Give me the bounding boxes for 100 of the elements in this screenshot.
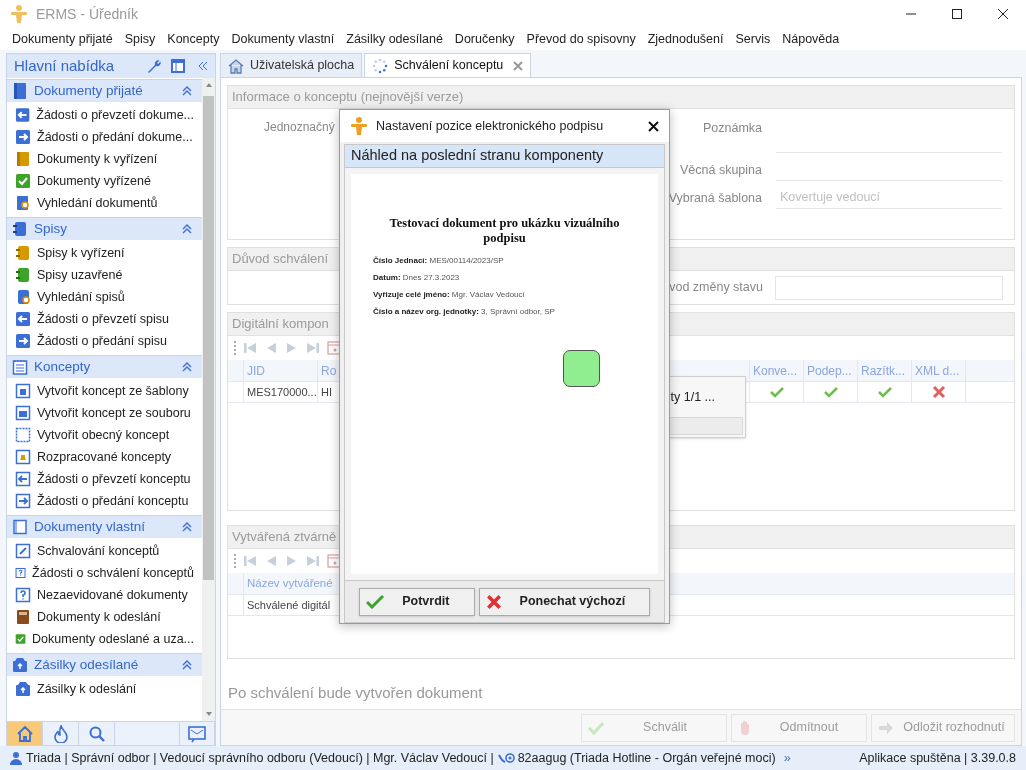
pencil-page-icon	[15, 543, 31, 559]
arrow-left-icon	[15, 107, 31, 123]
menu-item[interactable]: Nápověda	[776, 29, 846, 49]
collapse-icon[interactable]	[181, 521, 193, 533]
sidebar-item[interactable]: Žádosti o schválení konceptů	[7, 562, 202, 584]
maximize-icon[interactable]	[952, 9, 962, 19]
more-link[interactable]: »	[783, 748, 791, 768]
text-field[interactable]	[775, 275, 1003, 300]
sidebar-item[interactable]: Žádosti o předání konceptu	[7, 490, 202, 512]
section-header[interactable]: Koncepty	[7, 355, 202, 378]
section-header[interactable]: Dokumenty přijaté	[7, 79, 202, 102]
menu-item[interactable]: Dokumenty přijaté	[6, 29, 119, 49]
document-search-icon	[15, 195, 31, 211]
scrollbar[interactable]	[202, 78, 215, 721]
checkmark-icon	[366, 594, 384, 609]
template-icon	[15, 383, 31, 399]
sidebar-item[interactable]: Vytvořit koncept ze souboru	[7, 402, 202, 424]
sidebar-item[interactable]: Dokumenty k odeslání	[7, 606, 202, 628]
sidebar-item[interactable]: Dokumenty k vyřízení	[7, 148, 202, 170]
popup-text: ty 1/1 ...	[670, 388, 715, 406]
info-text: Po schválení bude vytvořen dokument	[228, 683, 484, 703]
sidebar-item[interactable]: Žádosti o převzetí dokume...	[7, 104, 202, 126]
field-label: Jednoznačný	[264, 120, 335, 134]
signature-position-marker[interactable]	[563, 350, 600, 387]
collapse-icon[interactable]	[181, 361, 193, 373]
arrow-left-icon	[15, 471, 31, 487]
dialog-title: Nastavení pozice elektronického podpisu	[376, 117, 604, 135]
arrow-right-icon	[878, 720, 894, 735]
blank-page-icon	[15, 427, 31, 443]
notepad-icon	[12, 359, 28, 375]
confirm-button[interactable]: Potvrdit	[359, 587, 475, 616]
section-header[interactable]: Spisy	[7, 217, 202, 240]
collapse-icon[interactable]	[181, 223, 193, 235]
sidebar-item[interactable]: Vyhledání spisů	[7, 286, 202, 308]
document-field: Datum: Dnes 27.3.2023	[373, 271, 628, 284]
menu-item[interactable]: Spisy	[118, 29, 162, 49]
close-icon[interactable]	[998, 9, 1008, 19]
message-icon	[188, 724, 206, 743]
arrow-right-icon	[15, 493, 31, 509]
sidebar-item[interactable]: Dokumenty odeslané a uza...	[7, 628, 202, 650]
sidebar-item[interactable]: Žádosti o předání spisu	[7, 330, 202, 352]
menu-item[interactable]: Dokumenty vlastní	[225, 29, 341, 49]
search-icon	[87, 724, 106, 743]
sidebar-item[interactable]: Zásilky k odeslání	[7, 678, 202, 700]
sidebar-item[interactable]: Schvalování konceptů	[7, 540, 202, 562]
menu-item[interactable]: Zásilky odesílané	[340, 29, 449, 49]
section-header[interactable]: Zásilky odesílané	[7, 653, 202, 676]
collapse-sidebar-icon[interactable]	[198, 61, 208, 71]
checkbox-icon	[15, 631, 27, 647]
sidebar-item[interactable]: Žádosti o převzetí spisu	[7, 308, 202, 330]
loading-spinner-icon	[372, 57, 389, 74]
close-tab-icon[interactable]	[513, 60, 524, 71]
section-title: Koncepty	[34, 357, 91, 376]
document-title: Testovací dokument pro ukázku vizuálního podpisu	[388, 216, 621, 246]
menu-item[interactable]: Doručenky	[448, 29, 521, 49]
sidebar-item[interactable]: Vytvořit koncept ze šablony	[7, 380, 202, 402]
page-outline-icon	[12, 519, 28, 535]
tab[interactable]: Uživatelská plocha	[220, 53, 363, 77]
mailbox-icon	[497, 752, 516, 764]
sidebar-item[interactable]: Rozpracované koncepty	[7, 446, 202, 468]
layout-icon[interactable]	[170, 58, 186, 74]
section-title: Zásilky odesílané	[34, 655, 139, 674]
field-label: Věcná skupina	[679, 162, 762, 179]
collapse-icon[interactable]	[181, 659, 193, 671]
document-field: Vyřizuje celé jméno: Mgr. Václav Vedoucí	[373, 288, 628, 301]
sidebar-item[interactable]: Spisy k vyřízení	[7, 242, 202, 264]
toolbar-button[interactable]	[7, 722, 43, 745]
scroll-down-icon[interactable]	[204, 710, 213, 718]
section-header[interactable]: Dokumenty vlastní	[7, 515, 202, 538]
sidebar-item[interactable]: Žádosti o převzetí konceptu	[7, 468, 202, 490]
menu-item[interactable]: Převod do spisovny	[520, 29, 642, 49]
tab[interactable]: Schválení konceptu	[364, 53, 532, 77]
text-field[interactable]: Kovertuje vedoucí	[776, 185, 1002, 209]
sidebar-item[interactable]: Vyhledání dokumentů	[7, 192, 202, 214]
arrow-right-icon	[15, 129, 31, 145]
hand-icon	[738, 719, 752, 736]
window-title: ERMS - Úředník	[36, 4, 138, 24]
binder-icon	[15, 267, 31, 283]
package-icon	[15, 681, 31, 697]
collapse-icon[interactable]	[181, 85, 193, 97]
sidebar-item[interactable]: Spisy uzavřené	[7, 264, 202, 286]
menu-item[interactable]: Servis	[729, 29, 777, 49]
scroll-up-icon[interactable]	[204, 81, 213, 89]
sidebar-item[interactable]: Žádosti o předání dokume...	[7, 126, 202, 148]
question-page-icon	[15, 587, 31, 603]
menu-item[interactable]: Koncepty	[161, 29, 226, 49]
sidebar-item[interactable]: Vytvořit obecný koncept	[7, 424, 202, 446]
close-icon[interactable]	[647, 120, 659, 132]
app-logo-icon	[10, 4, 28, 24]
sidebar-item[interactable]: Nezaevidované dokumenty	[7, 584, 202, 606]
toolbar-button[interactable]	[179, 722, 215, 745]
wrench-icon[interactable]	[146, 58, 162, 74]
sidebar-item[interactable]: Dokumenty vyřízené	[7, 170, 202, 192]
section-title: Spisy	[34, 219, 67, 238]
table-cell-text: Schválené digitál	[246, 597, 332, 613]
app-status: Aplikace spuštěna | 3.39.0.8	[859, 749, 1016, 767]
cancel-button[interactable]: Ponechat výchozí	[478, 587, 650, 616]
menu-item[interactable]: Zjednodušení	[641, 29, 730, 49]
book-icon	[12, 82, 28, 100]
app-logo-icon	[350, 116, 368, 136]
